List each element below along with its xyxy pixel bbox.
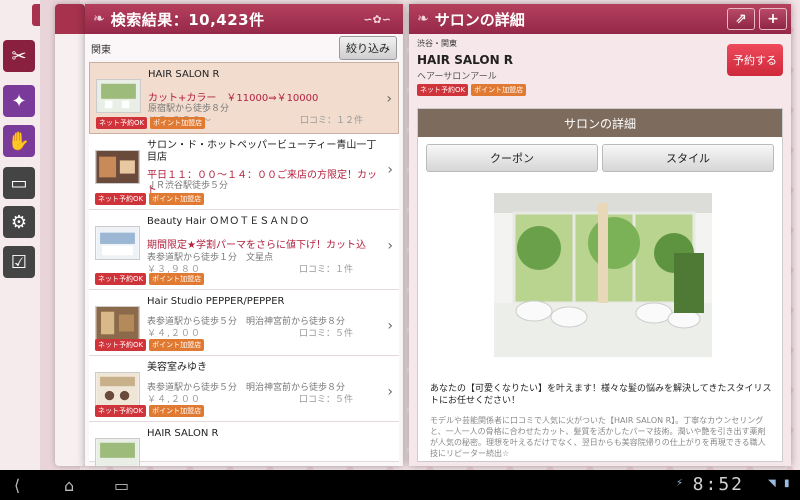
search-results-panel: ❧ 検索結果：10,423件 ∽✿∽ 関東 絞り込み HAIR SALON R … — [85, 4, 403, 466]
list-item[interactable]: Beauty Hair ＯＭＯＴＥＳＡＮＤＯ 期間限定★学割パーマをさらに値下げ… — [89, 210, 399, 290]
salon-name: HAIR SALON R — [147, 428, 219, 439]
salon-name: HAIR SALON R — [148, 69, 220, 80]
salon-photo — [494, 193, 712, 357]
detail-title: サロンの詳細 — [434, 10, 525, 29]
results-subbar: 関東 絞り込み — [85, 34, 403, 62]
area-label: 関東 — [91, 44, 111, 56]
home-icon[interactable]: ⌂ — [64, 476, 74, 495]
salon-name: Hair Studio PEPPER/PEPPER — [147, 296, 285, 307]
scissors-icon[interactable]: ✂ — [3, 40, 35, 72]
list-item[interactable]: HAIR SALON R — [89, 422, 399, 466]
point-member-badge: ポイント加盟店 — [149, 193, 205, 205]
chevron-right-icon: › — [387, 162, 393, 178]
net-booking-badge: ネット予約OK — [417, 84, 469, 96]
wifi-icon: ◥ — [768, 478, 776, 489]
point-member-badge: ポイント加盟店 — [149, 405, 205, 417]
salon-thumbnail — [95, 438, 140, 466]
list-item[interactable]: Hair Studio PEPPER/PEPPER 表参道駅から徒歩５分 明治神… — [89, 290, 399, 356]
background-panel — [55, 4, 85, 466]
salon-summary: 渋谷・関東 HAIR SALON R ヘアーサロンアール ネット予約OK ポイン… — [409, 34, 791, 98]
list-item[interactable]: HAIR SALON R カット+カラー ￥11000⇒￥10000 原宿駅から… — [89, 62, 399, 134]
book-icon[interactable]: ▭ — [3, 167, 35, 199]
recent-apps-icon[interactable]: ▭ — [114, 476, 129, 495]
results-list[interactable]: HAIR SALON R カット+カラー ￥11000⇒￥10000 原宿駅から… — [89, 62, 399, 466]
share-button[interactable]: ⇗ — [727, 8, 755, 30]
net-booking-badge: ネット予約OK — [95, 193, 147, 205]
card-title: サロンの詳細 — [418, 109, 782, 137]
salon-review-count: 口コミ：５件 — [299, 395, 354, 405]
chevron-right-icon: › — [387, 384, 393, 400]
salon-description: モデルや芸能関係者に口コミで人気に火がついた【HAIR SALON R】。丁寧な… — [430, 416, 766, 458]
back-icon[interactable]: ⟨ — [14, 476, 20, 495]
salon-review-count: 口コミ：１件 — [299, 265, 354, 275]
plus-icon: + — [767, 11, 779, 27]
salon-review-count: 口コミ：５件 — [299, 329, 354, 339]
add-button[interactable]: + — [759, 8, 787, 30]
salon-detail-card: サロンの詳細 クーポン スタイル あなたの【可愛くなりたい】を叶えます！様々な髪… — [417, 108, 783, 462]
salon-price: ￥４,２００ — [147, 395, 201, 405]
gear-icon[interactable]: ⚙ — [3, 206, 35, 238]
hand-icon[interactable]: ✋ — [3, 125, 35, 157]
ornament-icon: ❧ — [93, 11, 105, 27]
point-member-badge: ポイント加盟店 — [149, 273, 205, 285]
salon-detail-panel: ❧ サロンの詳細 ⇗ + 渋谷・関東 HAIR SALON R ヘアーサロンアー… — [409, 4, 791, 466]
salon-name: 美容室みゆき — [147, 362, 207, 373]
salon-price: ￥４,２００ — [147, 329, 201, 339]
battery-icon: ▮ — [784, 478, 790, 489]
salon-thumbnail — [95, 372, 140, 406]
reserve-button[interactable]: 予約する — [727, 44, 783, 76]
filter-button[interactable]: 絞り込み — [339, 36, 397, 60]
results-header: ❧ 検索結果：10,423件 ∽✿∽ — [85, 4, 403, 34]
coupon-button[interactable]: クーポン — [426, 144, 598, 172]
results-title: 検索結果：10,423件 — [110, 10, 265, 29]
salon-thumbnail — [96, 79, 141, 113]
salon-thumbnail — [95, 306, 140, 340]
share-icon: ⇗ — [735, 11, 747, 27]
usb-icon: ⚡ — [676, 478, 684, 489]
net-booking-badge: ネット予約OK — [96, 117, 148, 129]
clock: 8:52 — [692, 474, 744, 495]
salon-catchphrase: あなたの【可愛くなりたい】を叶えます！様々な髪の悩みを解決してきたスタイリストに… — [430, 384, 772, 406]
net-booking-badge: ネット予約OK — [95, 339, 147, 351]
ornament-icon: ❧ — [417, 11, 429, 27]
net-booking-badge: ネット予約OK — [95, 405, 147, 417]
salon-name: Beauty Hair ＯＭＯＴＥＳＡＮＤＯ — [147, 216, 310, 227]
background-panel-header — [55, 4, 85, 34]
net-booking-badge: ネット予約OK — [95, 273, 147, 285]
chevron-right-icon: › — [387, 238, 393, 254]
system-bar: ⟨ ⌂ ▭ ⚡ 8:52 ◥ ▮ — [0, 470, 800, 500]
point-member-badge: ポイント加盟店 — [149, 339, 205, 351]
salon-name: サロン・ド・ホットペッパービューティー青山一丁目店 — [147, 140, 377, 163]
app-rail: ✂ ✦ ✋ ▭ ⚙ ☑ — [0, 0, 50, 470]
checklist-icon[interactable]: ☑ — [3, 246, 35, 278]
salon-promo: 期間限定★学割パーマをさらに値下げ！カット込 — [147, 240, 366, 251]
sparkle-icon[interactable]: ✦ — [3, 85, 35, 117]
salon-thumbnail — [95, 226, 140, 260]
point-member-badge: ポイント加盟店 — [471, 84, 527, 96]
detail-header: ❧ サロンの詳細 ⇗ + — [409, 4, 791, 34]
list-item[interactable]: サロン・ド・ホットペッパービューティー青山一丁目店 平日１１：００～１４：００ご… — [89, 134, 399, 210]
style-button[interactable]: スタイル — [602, 144, 774, 172]
swirl-ornament-icon: ∽✿∽ — [363, 12, 391, 26]
chevron-right-icon: › — [387, 318, 393, 334]
chevron-right-icon: › — [386, 91, 392, 107]
salon-thumbnail — [95, 150, 140, 184]
list-item[interactable]: 美容室みゆき 表参道駅から徒歩５分 明治神宮前から徒歩８分 ￥４,２００ 口コミ… — [89, 356, 399, 422]
salon-review-count: 口コミ：１２件 — [300, 116, 364, 126]
point-member-badge: ポイント加盟店 — [150, 117, 206, 129]
